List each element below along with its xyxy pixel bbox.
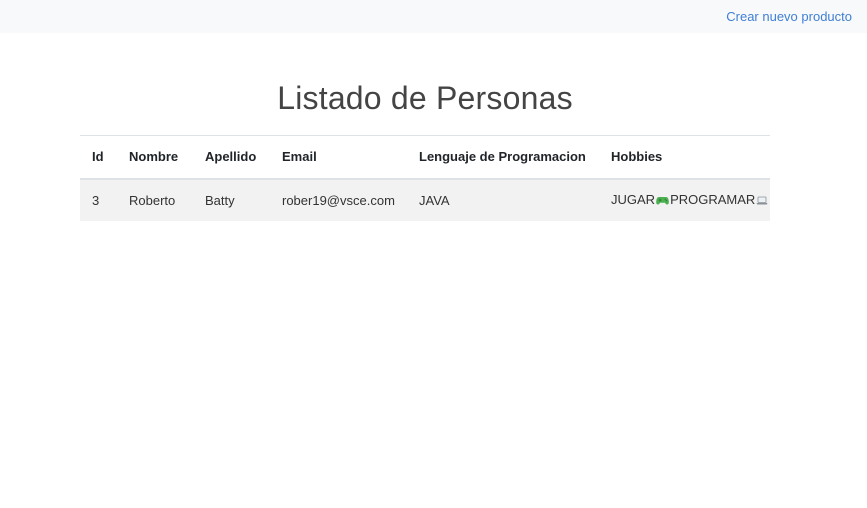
cell-nombre: Roberto [129, 192, 176, 208]
create-product-link[interactable]: Crear nuevo producto [726, 9, 852, 24]
page-title: Listado de Personas [277, 80, 573, 116]
header-hobbies: Hobbies [611, 149, 663, 165]
header-email: Email [282, 149, 317, 165]
laptop-icon [756, 193, 768, 208]
cell-id: 3 [92, 192, 100, 208]
top-navbar: Crear nuevo producto [0, 0, 867, 33]
cell-lenguaje: JAVA [419, 192, 450, 208]
cell-email: rober19@vsce.com [282, 192, 395, 208]
header-id: Id [92, 149, 104, 165]
table-header-row: Id Nombre Apellido Email Lenguaje de Pro… [80, 135, 770, 179]
header-lenguaje: Lenguaje de Programacion [419, 149, 586, 165]
gamepad-icon [656, 193, 669, 208]
hobby-label-jugar: JUGAR [611, 191, 656, 207]
cell-hobbies: JUGAR PROGRAMAR [599, 179, 770, 221]
header-apellido: Apellido [205, 149, 257, 165]
persons-table: Id Nombre Apellido Email Lenguaje de Pro… [80, 135, 770, 221]
header-nombre: Nombre [129, 149, 179, 165]
hobby-label-programar: PROGRAMAR [670, 191, 756, 207]
table-row: 3 Roberto Batty rober19@vsce.com JAVA JU… [80, 178, 770, 221]
cell-apellido: Batty [205, 192, 235, 208]
